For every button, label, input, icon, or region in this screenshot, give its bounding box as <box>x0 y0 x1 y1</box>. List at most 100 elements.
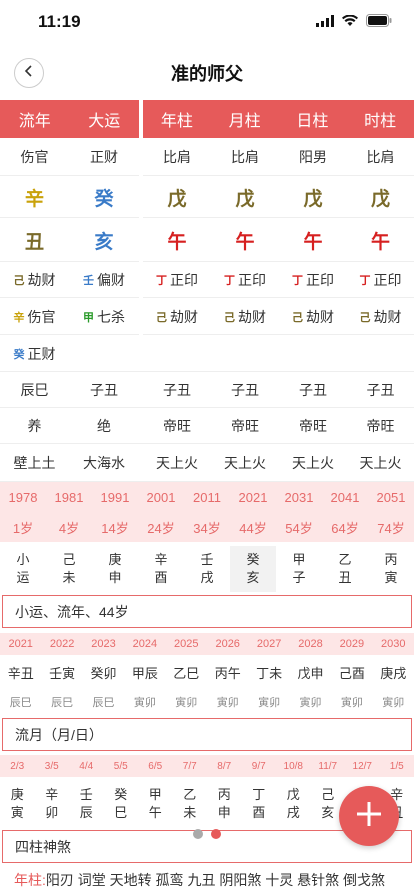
dayun-age[interactable]: 4岁 <box>46 512 92 542</box>
liunian-ganzhi[interactable]: 庚戌 <box>373 658 414 686</box>
page-dot-active[interactable] <box>211 829 221 839</box>
liuyue-date[interactable]: 11/7 <box>311 755 346 777</box>
dayun-year[interactable]: 2021 <box>230 482 276 512</box>
dayun-age[interactable]: 14岁 <box>92 512 138 542</box>
dayun-ganzhi[interactable]: 癸亥 <box>230 546 276 592</box>
dayun-year[interactable]: 1991 <box>92 482 138 512</box>
dayun-age[interactable]: 74岁 <box>368 512 414 542</box>
liunian-year[interactable]: 2028 <box>290 633 331 655</box>
liunian-year[interactable]: 2030 <box>373 633 414 655</box>
liuyue-ganzhi[interactable]: 辛卯 <box>35 782 70 826</box>
dayun-age[interactable]: 34岁 <box>184 512 230 542</box>
dayun-age[interactable]: 54岁 <box>276 512 322 542</box>
liuyue-ganzhi[interactable]: 甲午 <box>138 782 173 826</box>
liuyue-date[interactable]: 7/7 <box>173 755 208 777</box>
liuyue-date[interactable]: 9/7 <box>242 755 277 777</box>
nayin-cell: 壁上土 <box>13 455 56 471</box>
liuyue-ganzhi[interactable]: 壬辰 <box>69 782 104 826</box>
liunian-ganzhi[interactable]: 甲辰 <box>124 658 165 686</box>
dayun-year[interactable]: 2051 <box>368 482 414 512</box>
liuyue-date[interactable]: 3/5 <box>35 755 70 777</box>
dayun-ganzhi[interactable]: 丙寅 <box>368 546 414 592</box>
liuyue-ganzhi[interactable]: 乙未 <box>173 782 208 826</box>
add-button[interactable] <box>339 786 399 846</box>
dayun-age[interactable]: 24岁 <box>138 512 184 542</box>
liuyue-ganzhi[interactable]: 癸巳 <box>104 782 139 826</box>
dayun-year[interactable]: 1981 <box>46 482 92 512</box>
dayun-age[interactable]: 64岁 <box>322 512 368 542</box>
dayun-ganzhi[interactable]: 小运 <box>0 546 46 592</box>
dayun-year[interactable]: 2001 <box>138 482 184 512</box>
liunian-ganzhi[interactable]: 壬寅 <box>41 658 82 686</box>
ganzhi-stem: 乙 <box>183 787 197 802</box>
ganzhi-stem: 庚 <box>10 787 24 802</box>
liuyue-date[interactable]: 12/7 <box>345 755 380 777</box>
liunian-ganzhi[interactable]: 丙午 <box>207 658 248 686</box>
liunian-ganzhi[interactable]: 戊申 <box>290 658 331 686</box>
liuyue-date[interactable]: 4/4 <box>69 755 104 777</box>
dayun-year[interactable]: 2041 <box>322 482 368 512</box>
section-title-xiaoyun[interactable]: 小运、流年、44岁 <box>2 595 412 628</box>
liunian-ganzhi[interactable]: 己酉 <box>331 658 372 686</box>
dayun-year[interactable]: 1978 <box>0 482 46 512</box>
liunian-ganzhi[interactable]: 乙巳 <box>166 658 207 686</box>
dayun-ganzhi[interactable]: 己未 <box>46 546 92 592</box>
liuyue-date[interactable]: 8/7 <box>207 755 242 777</box>
pillar-header-right: 年柱 月柱 日柱 时柱 <box>143 100 414 138</box>
liuyue-date[interactable]: 5/5 <box>104 755 139 777</box>
dayun-ganzhi[interactable]: 壬戌 <box>184 546 230 592</box>
liunian-ganzhi[interactable]: 辛丑 <box>0 658 41 686</box>
liunian-year[interactable]: 2023 <box>83 633 124 655</box>
ganzhi-branch: 运 <box>16 570 30 585</box>
liuyue-date[interactable]: 6/5 <box>138 755 173 777</box>
canggan-shishen: 正印 <box>170 272 198 288</box>
dayun-age[interactable]: 1岁 <box>0 512 46 542</box>
section-title-liuyue[interactable]: 流月（月/日） <box>2 718 412 751</box>
header-day-pillar: 日柱 <box>296 113 329 130</box>
liunian-kongwang: 寅卯 <box>175 697 198 709</box>
canggan-shishen: 正印 <box>238 272 266 288</box>
dayun-age[interactable]: 44岁 <box>230 512 276 542</box>
dayun-ganzhi[interactable]: 庚申 <box>92 546 138 592</box>
liunian-year[interactable]: 2026 <box>207 633 248 655</box>
dayun-ganzhi[interactable]: 甲子 <box>276 546 322 592</box>
liunian-year[interactable]: 2025 <box>166 633 207 655</box>
liuyue-ganzhi[interactable]: 庚寅 <box>0 782 35 826</box>
dayun-ganzhi[interactable]: 辛酉 <box>138 546 184 592</box>
liunian-ganzhi[interactable]: 丁未 <box>248 658 289 686</box>
liuyue-date[interactable]: 2/3 <box>0 755 35 777</box>
ganzhi-stem: 乙 <box>338 552 352 567</box>
liuyue-ganzhi[interactable]: 丁酉 <box>242 782 277 826</box>
status-time: 11:19 <box>38 12 81 31</box>
canggan-shishen: 劫财 <box>238 308 266 325</box>
ganzhi-branch: 未 <box>183 805 197 820</box>
canggan2-cell: 己劫财 <box>279 298 347 335</box>
liuyue-ganzhi[interactable]: 丙申 <box>207 782 242 826</box>
page-dot[interactable] <box>193 829 203 839</box>
canggan-stem: 丁 <box>359 275 371 287</box>
ganzhi-branch: 申 <box>108 570 122 585</box>
liunian-year[interactable]: 2024 <box>124 633 165 655</box>
liunian-kongwang: 辰巳 <box>51 697 74 709</box>
liunian-year[interactable]: 2021 <box>0 633 41 655</box>
liunian-ganzhi[interactable]: 癸卯 <box>83 658 124 686</box>
liuyue-date[interactable]: 1/5 <box>380 755 414 777</box>
ganzhi-branch: 亥 <box>246 570 260 585</box>
ganzhi-branch: 酉 <box>154 570 168 585</box>
header-year-pillar: 年柱 <box>160 113 193 130</box>
shishen-cell: 伤官 <box>20 149 49 165</box>
liunian-year[interactable]: 2029 <box>331 633 372 655</box>
ganzhi-stem: 壬 <box>200 552 214 567</box>
changsheng-cell: 养 <box>27 418 42 434</box>
shensha-label: 年柱: <box>14 872 46 888</box>
liunian-year[interactable]: 2022 <box>41 633 82 655</box>
dayun-ganzhi[interactable]: 乙丑 <box>322 546 368 592</box>
zhi-cell: 午 <box>370 230 390 253</box>
liuyue-date[interactable]: 10/8 <box>276 755 311 777</box>
liuyue-ganzhi[interactable]: 戊戌 <box>276 782 311 826</box>
dayun-year[interactable]: 2011 <box>184 482 230 512</box>
liunian-kongwang: 辰巳 <box>92 697 115 709</box>
liunian-year[interactable]: 2027 <box>248 633 289 655</box>
dayun-year[interactable]: 2031 <box>276 482 322 512</box>
canggan-stem: 己 <box>292 311 303 324</box>
